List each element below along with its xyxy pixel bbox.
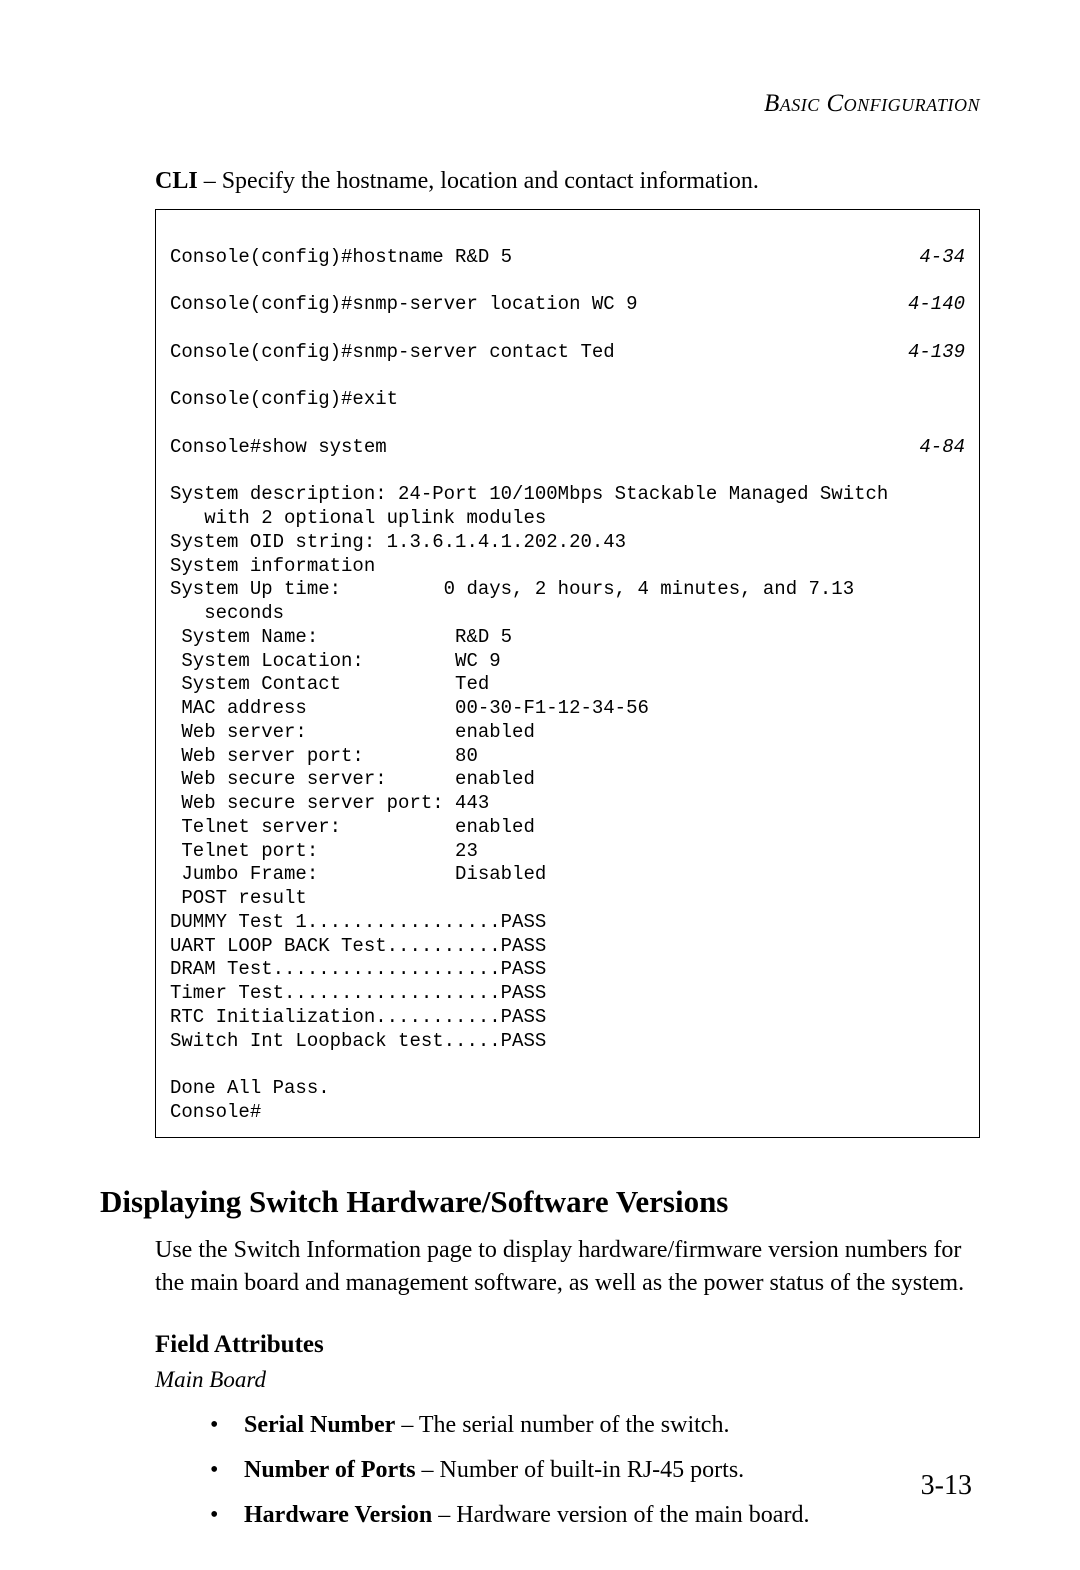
cli-intro: CLI – Specify the hostname, location and… xyxy=(155,168,980,195)
main-board-label: Main Board xyxy=(155,1367,980,1393)
cli-cmd: Console(config)#exit xyxy=(170,388,398,412)
section-paragraph: Use the Switch Information page to displ… xyxy=(155,1234,980,1301)
cli-ref: 4-140 xyxy=(908,293,965,317)
list-item: Number of Ports – Number of built-in RJ-… xyxy=(210,1452,980,1489)
field-attributes-heading: Field Attributes xyxy=(155,1331,980,1359)
cli-line: Console#show system 4-84 xyxy=(170,436,965,460)
attribute-list: Serial Number – The serial number of the… xyxy=(210,1407,980,1535)
attr-term: Hardware Version xyxy=(244,1502,432,1528)
list-item: Hardware Version – Hardware version of t… xyxy=(210,1497,980,1534)
page-number: 3-13 xyxy=(921,1470,972,1502)
running-head: Basic Configuration xyxy=(100,90,980,118)
cli-cmd: Console#show system xyxy=(170,436,387,460)
section-heading: Displaying Switch Hardware/Software Vers… xyxy=(100,1184,980,1220)
attr-term: Number of Ports xyxy=(244,1457,416,1483)
cli-line: Console(config)#hostname R&D 5 4-34 xyxy=(170,246,965,270)
cli-ref: 4-84 xyxy=(919,436,965,460)
attr-desc: – Number of built-in RJ-45 ports. xyxy=(416,1457,745,1483)
cli-cmd: Console(config)#snmp-server contact Ted xyxy=(170,341,615,365)
cli-ref: 4-139 xyxy=(908,341,965,365)
cli-cmd: Console(config)#snmp-server location WC … xyxy=(170,293,637,317)
cli-line: Console(config)#snmp-server contact Ted 4… xyxy=(170,341,965,365)
list-item: Serial Number – The serial number of the… xyxy=(210,1407,980,1444)
cli-intro-text: – Specify the hostname, location and con… xyxy=(198,168,759,194)
cli-label: CLI xyxy=(155,168,198,194)
attr-term: Serial Number xyxy=(244,1412,395,1438)
cli-body: System description: 24-Port 10/100Mbps S… xyxy=(170,483,900,1123)
attr-desc: – Hardware version of the main board. xyxy=(432,1502,809,1528)
cli-ref: 4-34 xyxy=(919,246,965,270)
cli-output-box: Console(config)#hostname R&D 5 4-34 Conso… xyxy=(155,209,980,1138)
cli-cmd: Console(config)#hostname R&D 5 xyxy=(170,246,512,270)
cli-line: Console(config)#snmp-server location WC … xyxy=(170,293,965,317)
attr-desc: – The serial number of the switch. xyxy=(395,1412,729,1438)
cli-line: Console(config)#exit xyxy=(170,388,965,412)
